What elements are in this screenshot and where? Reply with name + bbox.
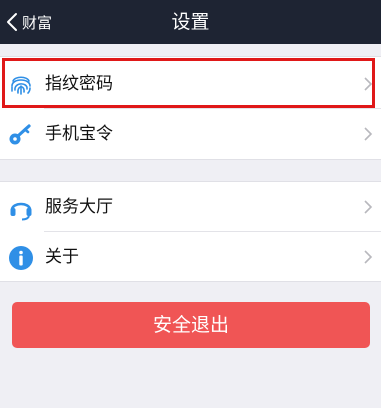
settings-item-label: 手机宝令 [45, 124, 113, 144]
settings-group-support: 服务大厅 关于 [0, 181, 381, 282]
chevron-right-icon [363, 199, 373, 215]
settings-screen: 财富 设置 指纹密码 手机宝令 服务大厅 关于 安全退出 [0, 0, 381, 408]
key-icon [8, 122, 34, 148]
settings-item-label: 指纹密码 [45, 74, 113, 94]
fingerprint-icon [8, 72, 34, 98]
settings-item-fingerprint[interactable]: 指纹密码 [0, 59, 381, 109]
settings-item-service-hall[interactable]: 服务大厅 [0, 182, 381, 232]
back-label: 财富 [22, 13, 53, 32]
settings-item-phone-token[interactable]: 手机宝令 [0, 109, 381, 159]
navigation-bar: 财富 设置 [0, 0, 381, 44]
settings-item-label: 关于 [45, 247, 79, 267]
chevron-right-icon [363, 126, 373, 142]
settings-item-label: 服务大厅 [45, 197, 113, 217]
settings-group-security: 指纹密码 手机宝令 [0, 56, 381, 160]
chevron-left-icon [6, 12, 18, 32]
settings-item-about[interactable]: 关于 [0, 232, 381, 282]
page-title: 设置 [171, 11, 210, 33]
info-icon [8, 245, 34, 271]
back-button[interactable]: 财富 [6, 0, 52, 44]
chevron-right-icon [363, 76, 373, 92]
logout-button[interactable]: 安全退出 [12, 302, 370, 348]
chevron-right-icon [363, 249, 373, 265]
headset-icon [8, 195, 34, 221]
